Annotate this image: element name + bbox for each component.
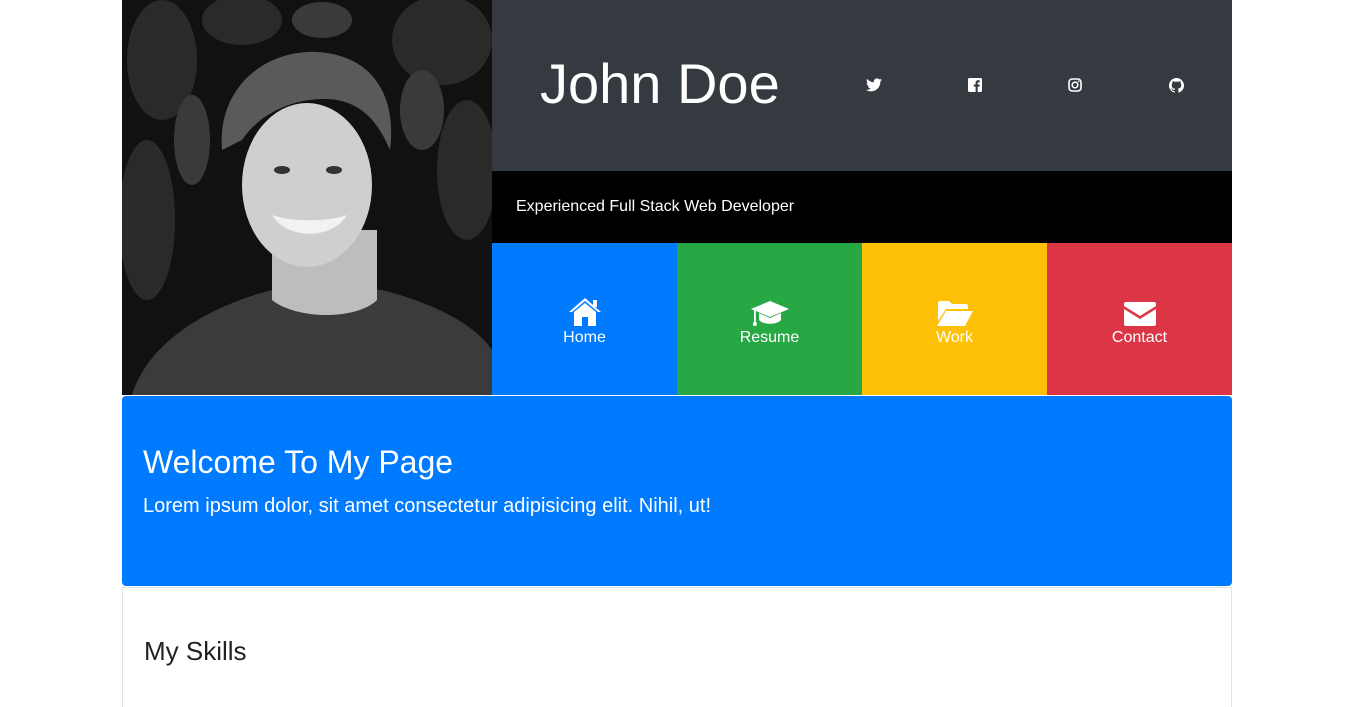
facebook-icon (968, 78, 982, 92)
nav-label-resume: Resume (739, 328, 800, 346)
profile-header: John Doe Experienced Full Stack Web Deve… (122, 0, 1232, 395)
nav-item-home[interactable]: Home (492, 243, 677, 395)
folder-open-icon (936, 295, 974, 327)
graduation-cap-icon (750, 295, 790, 327)
main-container: John Doe Experienced Full Stack Web Deve… (122, 0, 1232, 707)
header-topbar: John Doe (492, 0, 1232, 171)
profile-name: John Doe (540, 52, 780, 115)
instagram-link[interactable] (1066, 76, 1084, 94)
welcome-heading: Welcome To My Page (143, 444, 454, 480)
nav-item-work[interactable]: Work (862, 243, 1047, 395)
facebook-link[interactable] (966, 76, 984, 94)
twitter-icon (866, 78, 882, 92)
page: John Doe Experienced Full Stack Web Deve… (0, 0, 1354, 707)
nav-label-home: Home (563, 328, 606, 346)
profile-photo (122, 0, 492, 395)
welcome-lead: Lorem ipsum dolor, sit amet consectetur … (143, 495, 712, 517)
main-nav: Home Resume Work Contact (492, 243, 1232, 395)
nav-label-contact: Contact (1111, 328, 1168, 346)
github-link[interactable] (1167, 76, 1185, 94)
home-icon (567, 295, 603, 327)
twitter-link[interactable] (865, 76, 883, 94)
skills-heading: My Skills (144, 636, 247, 666)
nav-item-resume[interactable]: Resume (677, 243, 862, 395)
nav-item-contact[interactable]: Contact (1047, 243, 1232, 395)
envelope-icon (1123, 295, 1157, 327)
welcome-section: Welcome To My Page Lorem ipsum dolor, si… (122, 396, 1232, 586)
github-icon (1168, 77, 1184, 93)
profile-tagline: Experienced Full Stack Web Developer (516, 198, 795, 215)
skills-section: My Skills (122, 587, 1232, 707)
tagline-bar: Experienced Full Stack Web Developer (492, 171, 1232, 243)
instagram-icon (1068, 78, 1082, 92)
nav-label-work: Work (935, 328, 974, 346)
